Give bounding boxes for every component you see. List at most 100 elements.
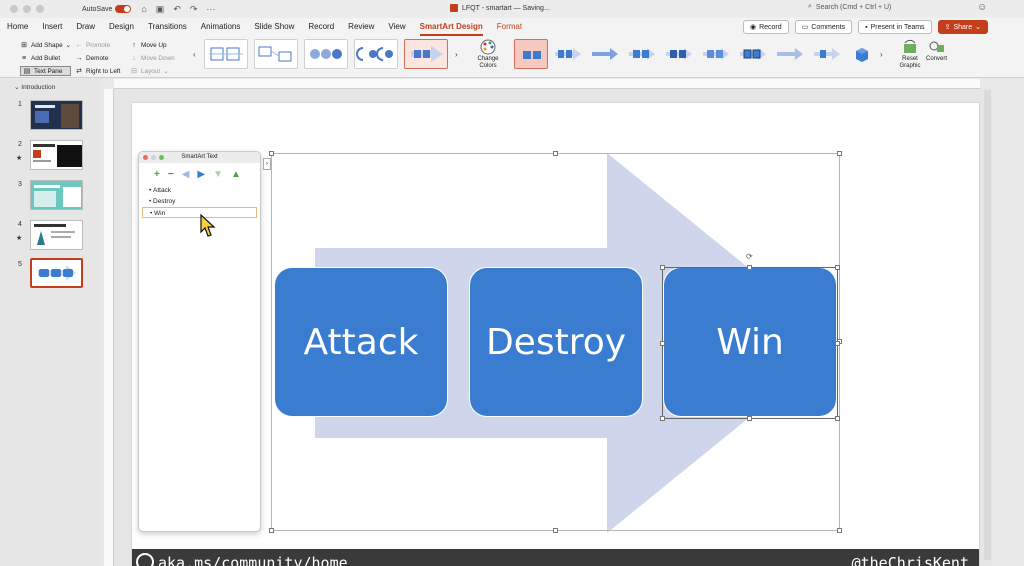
quick-access-toolbar: ⌂ ▣ ↶ ↷ ··· <box>141 4 215 15</box>
tab-record[interactable]: Record <box>301 18 341 36</box>
comment-icon: ▭ <box>801 24 809 31</box>
zoom-window-button[interactable] <box>36 5 44 13</box>
autosave-toggle[interactable] <box>115 5 132 13</box>
tab-slide-show[interactable]: Slide Show <box>247 18 301 36</box>
undo-icon[interactable]: ↶ <box>173 4 181 15</box>
slide-preview <box>33 144 82 167</box>
demote-button[interactable]: → Demote <box>75 53 120 63</box>
tab-design[interactable]: Design <box>102 18 141 36</box>
change-colors-button[interactable]: Change Colors <box>474 38 502 70</box>
smartart-style-1[interactable] <box>514 39 548 69</box>
share-button[interactable]: ⇪ Share ⌄ <box>937 20 988 34</box>
tab-review[interactable]: Review <box>341 18 381 36</box>
slide-thumbnail-1[interactable] <box>30 100 83 130</box>
move-down-button[interactable]: ↓ Move Down <box>130 53 175 63</box>
vertical-scrollbar[interactable] <box>984 90 991 560</box>
resize-handle[interactable] <box>837 151 842 156</box>
shape-resize-handle[interactable] <box>660 341 665 346</box>
right-to-left-button[interactable]: ⇄ Right to Left <box>75 66 120 76</box>
account-icon[interactable]: ☺ <box>977 2 987 13</box>
shape-resize-handle[interactable] <box>660 416 665 421</box>
tab-format[interactable]: Format <box>490 18 529 36</box>
add-bullet-plus-icon[interactable]: + <box>154 169 160 185</box>
smartart-style-7[interactable] <box>736 39 770 69</box>
slide-thumbnail-3[interactable] <box>30 180 83 210</box>
tab-view[interactable]: View <box>381 18 412 36</box>
add-bullet-button[interactable]: ≡ Add Bullet <box>20 53 71 63</box>
shape-resize-handle[interactable] <box>747 416 752 421</box>
smartart-shape-destroy[interactable]: Destroy <box>469 267 643 417</box>
text-pane-close-button[interactable] <box>143 155 148 160</box>
add-shape-button[interactable]: ⊞ Add Shape ⌄ <box>20 40 71 50</box>
gallery-scroll-right-icon[interactable]: › <box>455 50 458 59</box>
smartart-style-4[interactable] <box>625 39 659 69</box>
text-pane-collapse-icon[interactable]: › <box>263 158 271 170</box>
present-in-teams-button[interactable]: ▪ Present in Teams <box>858 20 932 34</box>
record-button[interactable]: ◉ Record <box>742 20 789 34</box>
smartart-style-8[interactable] <box>773 39 807 69</box>
smartart-text-pane[interactable]: SmartArt Text + − ◀ ▶ ▼ ▲ Attack Destroy… <box>138 151 261 532</box>
shape-resize-handle[interactable] <box>660 265 665 270</box>
smartart-style-6[interactable] <box>699 39 733 69</box>
text-pane-button[interactable]: ▤ Text Pane <box>20 66 71 76</box>
autosave: AutoSave <box>82 5 132 13</box>
demote-arrow-icon[interactable]: ▶ <box>197 169 205 185</box>
minimize-window-button[interactable] <box>23 5 31 13</box>
promote-button[interactable]: ← Promote <box>75 40 120 50</box>
rotate-handle-icon[interactable]: ⟳ <box>746 252 753 261</box>
layout-gallery-item-5[interactable] <box>404 39 448 69</box>
resize-handle[interactable] <box>269 151 274 156</box>
style-thumbnail-icon <box>777 48 803 60</box>
slide-thumbnail-2[interactable] <box>30 140 83 170</box>
close-window-button[interactable] <box>10 5 18 13</box>
resize-handle[interactable] <box>269 528 274 533</box>
shape-resize-handle[interactable] <box>747 265 752 270</box>
more-icon[interactable]: ··· <box>206 4 215 15</box>
tab-home[interactable]: Home <box>0 18 35 36</box>
save-icon[interactable]: ▣ <box>156 4 165 15</box>
tab-insert[interactable]: Insert <box>35 18 69 36</box>
text-pane-bullet[interactable]: Attack <box>139 185 260 196</box>
tab-animations[interactable]: Animations <box>194 18 248 36</box>
shape-resize-handle[interactable] <box>835 341 840 346</box>
smartart-style-9[interactable] <box>810 39 844 69</box>
style-gallery-scroll-icon[interactable]: › <box>880 50 883 59</box>
move-down-arrow-icon[interactable]: ▼ <box>213 169 223 185</box>
layout-gallery-item-4[interactable] <box>354 39 398 69</box>
reset-graphic-button[interactable]: Reset Graphic <box>897 38 923 70</box>
convert-button[interactable]: Convert <box>926 38 947 63</box>
smartart-style-5[interactable] <box>662 39 696 69</box>
text-pane-zoom-button[interactable] <box>159 155 164 160</box>
search-input[interactable]: ⌕ Search (Cmd + Ctrl + U) <box>808 3 891 11</box>
shape-resize-handle[interactable] <box>835 265 840 270</box>
tab-smartart-design[interactable]: SmartArt Design <box>413 18 490 36</box>
smartart-style-3[interactable] <box>588 39 622 69</box>
text-pane-bullet[interactable]: Destroy <box>139 196 260 207</box>
style-thumbnail-icon <box>740 48 766 60</box>
promote-arrow-icon[interactable]: ◀ <box>182 169 190 185</box>
tab-transitions[interactable]: Transitions <box>141 18 194 36</box>
section-introduction[interactable]: ⌄ Introduction <box>14 83 55 91</box>
resize-handle[interactable] <box>837 528 842 533</box>
redo-icon[interactable]: ↷ <box>190 4 198 15</box>
move-up-button[interactable]: ↑ Move Up <box>130 40 175 50</box>
resize-handle[interactable] <box>553 528 558 533</box>
layout-gallery-item-2[interactable] <box>254 39 298 69</box>
tab-draw[interactable]: Draw <box>69 18 102 36</box>
resize-handle[interactable] <box>553 151 558 156</box>
smartart-style-10[interactable] <box>847 39 881 69</box>
layout-gallery-item-1[interactable] <box>204 39 248 69</box>
layout-gallery-item-3[interactable] <box>304 39 348 69</box>
shape-resize-handle[interactable] <box>835 416 840 421</box>
slide-thumbnail-4[interactable] <box>30 220 83 250</box>
smartart-style-2[interactable] <box>551 39 585 69</box>
slide-thumbnail-5[interactable] <box>30 258 83 288</box>
text-pane-minimize-button[interactable] <box>151 155 156 160</box>
move-up-arrow-icon[interactable]: ▲ <box>231 169 241 185</box>
remove-bullet-minus-icon[interactable]: − <box>168 169 174 185</box>
home-icon[interactable]: ⌂ <box>141 4 146 15</box>
layout-button[interactable]: ⊟ Layout ⌄ <box>130 66 175 76</box>
smartart-shape-attack[interactable]: Attack <box>274 267 448 417</box>
gallery-scroll-left-icon[interactable]: ‹ <box>193 50 196 59</box>
comments-button[interactable]: ▭ Comments <box>794 20 853 34</box>
